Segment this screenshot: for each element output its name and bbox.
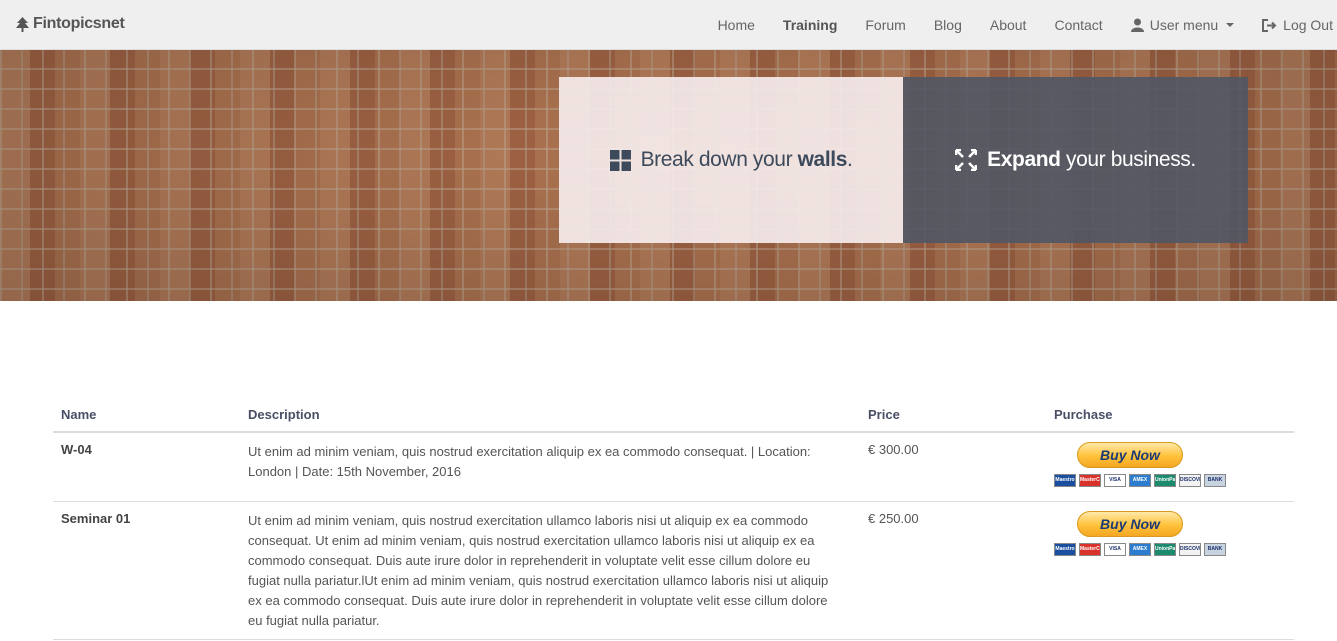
table-row: W-04 Ut enim ad minim veniam, quis nostr… [53, 433, 1294, 502]
row-name: Seminar 01 [61, 511, 131, 526]
header-purchase: Purchase [1054, 407, 1113, 422]
nav-home[interactable]: Home [704, 0, 769, 50]
user-menu-dropdown[interactable]: User menu [1117, 0, 1248, 50]
logout-link[interactable]: Log Out [1248, 0, 1337, 50]
brand-link[interactable]: Fintopicsnet [16, 15, 125, 33]
payment-card-logo: MasterCard [1079, 543, 1101, 556]
hero-left-text: Break down your walls. [640, 148, 853, 171]
payment-card-logo: AMEX [1129, 474, 1151, 487]
expand-icon [955, 149, 978, 171]
main-nav: Home Training Forum Blog About Contact U… [704, 0, 1337, 50]
table-row: Seminar 01 Ut enim ad minim veniam, quis… [53, 502, 1294, 640]
header-name: Name [61, 407, 97, 422]
header-description: Description [248, 406, 320, 422]
table-header: Name Description Price Purchase [53, 398, 1294, 433]
row-price: € 250.00 [868, 511, 919, 526]
payment-card-logo: BANK [1204, 543, 1226, 556]
tree-icon [16, 16, 29, 32]
header-price: Price [868, 407, 900, 422]
caret-down-icon [1226, 23, 1235, 27]
row-price: € 300.00 [868, 442, 919, 457]
hero-banner: Break down your walls. Expand your busin… [0, 50, 1337, 301]
hero-panel-walls: Break down your walls. [559, 77, 903, 243]
paypal-buy-now-button[interactable]: Buy Now [1077, 442, 1183, 468]
row-description: Ut enim ad minim veniam, quis nostrud ex… [248, 513, 829, 628]
user-icon [1130, 18, 1144, 32]
payment-card-logo: DISCOVER [1179, 474, 1201, 487]
top-navbar: Fintopicsnet Home Training Forum Blog Ab… [0, 0, 1337, 50]
training-table: Name Description Price Purchase W-04 Ut … [53, 398, 1294, 640]
grid-icon [609, 149, 631, 171]
purchase-cell: Buy Now MaestroMasterCardVISAAMEXUnionPa… [1046, 502, 1294, 639]
row-name: W-04 [61, 442, 92, 457]
payment-cards: MaestroMasterCardVISAAMEXUnionPayDISCOVE… [1054, 543, 1294, 556]
nav-contact[interactable]: Contact [1040, 0, 1116, 50]
hero-right-text: Expand your business. [987, 148, 1196, 171]
payment-card-logo: VISA [1104, 474, 1126, 487]
payment-card-logo: UnionPay [1154, 543, 1176, 556]
payment-card-logo: UnionPay [1154, 474, 1176, 487]
nav-training[interactable]: Training [769, 0, 851, 50]
payment-card-logo: AMEX [1129, 543, 1151, 556]
brand-name: Fintopicsnet [33, 15, 125, 32]
purchase-cell: Buy Now MaestroMasterCardVISAAMEXUnionPa… [1046, 433, 1294, 501]
nav-forum[interactable]: Forum [851, 0, 919, 50]
hero-panel-expand: Expand your business. [903, 77, 1248, 243]
user-menu-label: User menu [1149, 17, 1219, 33]
logout-label: Log Out [1283, 17, 1333, 33]
payment-cards: MaestroMasterCardVISAAMEXUnionPayDISCOVE… [1054, 474, 1294, 487]
nav-blog[interactable]: Blog [920, 0, 976, 50]
payment-card-logo: VISA [1104, 543, 1126, 556]
payment-card-logo: BANK [1204, 474, 1226, 487]
paypal-buy-now-button[interactable]: Buy Now [1077, 511, 1183, 537]
nav-about[interactable]: About [976, 0, 1041, 50]
logout-icon [1262, 18, 1277, 32]
payment-card-logo: Maestro [1054, 543, 1076, 556]
payment-card-logo: DISCOVER [1179, 543, 1201, 556]
payment-card-logo: MasterCard [1079, 474, 1101, 487]
payment-card-logo: Maestro [1054, 474, 1076, 487]
row-description: Ut enim ad minim veniam, quis nostrud ex… [248, 444, 811, 479]
